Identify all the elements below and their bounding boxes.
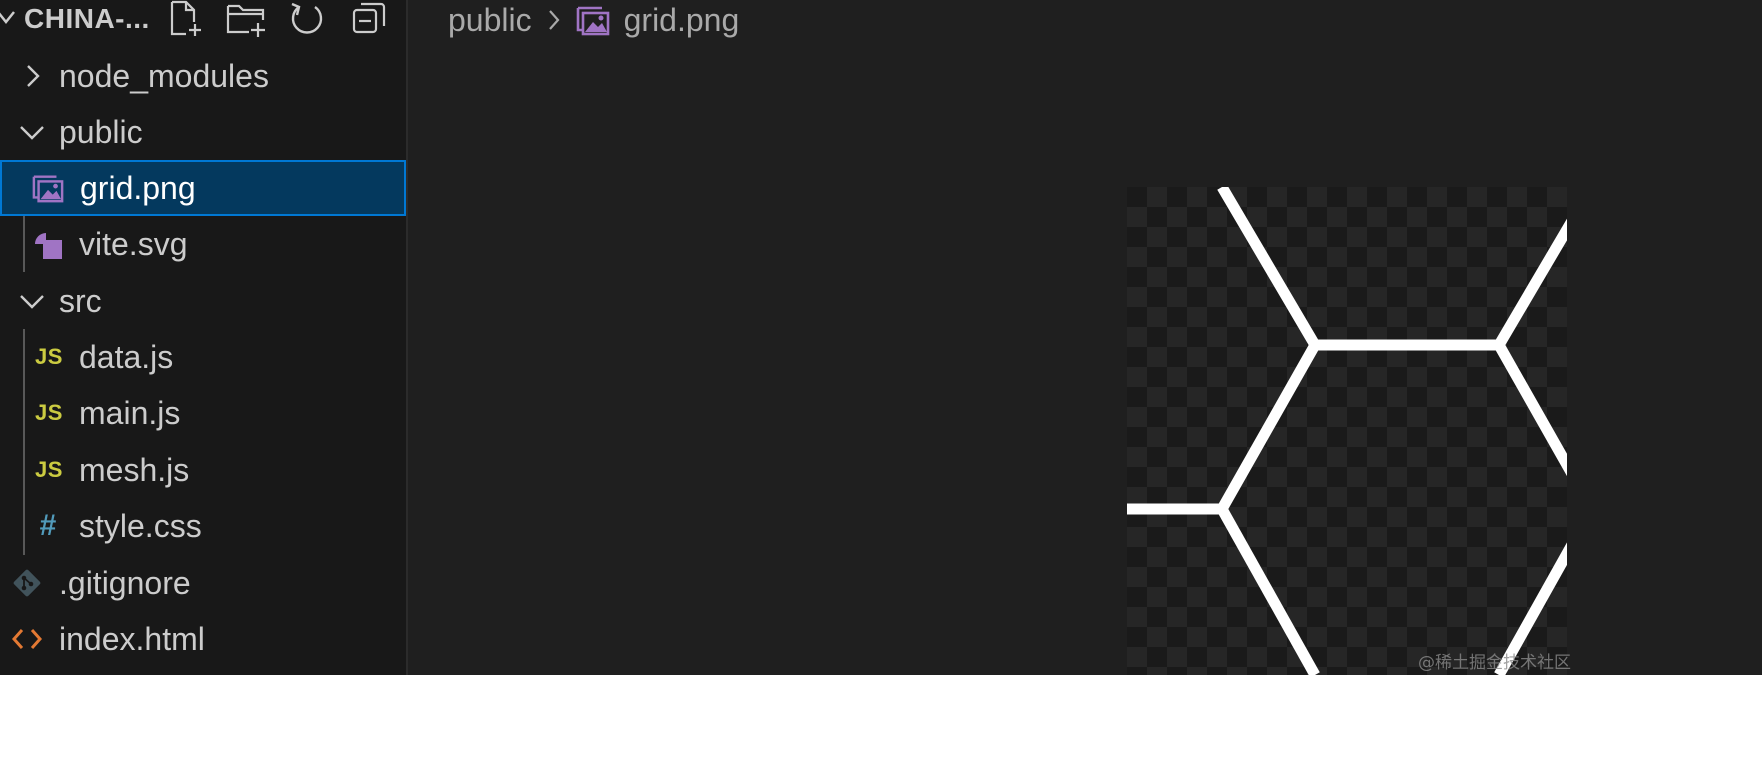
tree-item-label: style.css	[79, 508, 202, 544]
tree-file-vite-svg[interactable]: vite.svg	[0, 216, 406, 272]
tree-item-label: node_modules	[59, 58, 269, 94]
css-file-icon: #	[39, 509, 57, 542]
breadcrumb: public grid.png	[448, 0, 739, 40]
tree-item-label: grid.png	[80, 170, 196, 206]
chevron-down-icon	[18, 118, 46, 146]
image-preview	[1127, 187, 1567, 675]
refresh-button[interactable]	[287, 0, 327, 40]
js-file-icon: JS	[35, 400, 63, 425]
tree-item-label: public	[59, 114, 143, 150]
chevron-right-icon	[542, 0, 566, 40]
svg-file-icon	[32, 228, 64, 260]
collapse-project-chevron-icon[interactable]	[0, 0, 16, 36]
git-file-icon	[11, 567, 43, 599]
tree-item-label: src	[59, 283, 102, 319]
tree-item-label: .gitignore	[59, 565, 191, 601]
tree-file-mesh-js[interactable]: JS mesh.js	[0, 442, 406, 498]
tree-file-index-html[interactable]: index.html	[0, 611, 406, 667]
explorer-sidebar: CHINA-... node_modules public grid.png v…	[0, 0, 408, 675]
js-file-icon: JS	[35, 457, 63, 482]
watermark: @稀土掘金技术社区	[1418, 653, 1571, 673]
tree-item-label: main.js	[79, 395, 181, 431]
new-file-button[interactable]	[164, 0, 204, 40]
image-file-icon	[32, 172, 64, 204]
tree-file-data-js[interactable]: JS data.js	[0, 329, 406, 385]
new-folder-button[interactable]	[226, 0, 266, 40]
js-file-icon: JS	[35, 344, 63, 369]
collapse-all-icon	[349, 0, 389, 43]
explorer-header: CHINA-...	[0, 0, 406, 40]
tree-item-label: vite.svg	[79, 226, 188, 262]
new-file-icon	[164, 0, 204, 43]
new-folder-icon	[225, 0, 267, 43]
tree-folder-src[interactable]: src	[0, 273, 406, 329]
breadcrumb-folder[interactable]: public	[448, 0, 532, 40]
chevron-down-icon	[18, 287, 46, 315]
chevron-right-icon	[18, 62, 46, 90]
hexagon-grid-image	[1127, 187, 1567, 675]
tree-folder-node-modules[interactable]: node_modules	[0, 48, 406, 104]
tree-file-style-css[interactable]: # style.css	[0, 498, 406, 554]
tree-file-gitignore[interactable]: .gitignore	[0, 555, 406, 611]
collapse-all-button[interactable]	[349, 0, 389, 40]
tree-item-label: mesh.js	[79, 452, 190, 488]
editor-area: public grid.png	[408, 0, 1762, 675]
tree-folder-public[interactable]: public	[0, 104, 406, 160]
tree-file-grid-png[interactable]: grid.png	[0, 160, 406, 216]
vscode-window: CHINA-... node_modules public grid.png v…	[0, 0, 1762, 675]
image-file-icon	[576, 0, 610, 40]
breadcrumb-file[interactable]: grid.png	[624, 0, 740, 40]
html-file-icon	[11, 623, 43, 655]
refresh-icon	[287, 0, 327, 43]
project-title[interactable]: CHINA-...	[24, 2, 150, 36]
tree-item-label: index.html	[59, 621, 205, 657]
tree-file-main-js[interactable]: JS main.js	[0, 385, 406, 441]
tree-item-label: data.js	[79, 339, 174, 375]
